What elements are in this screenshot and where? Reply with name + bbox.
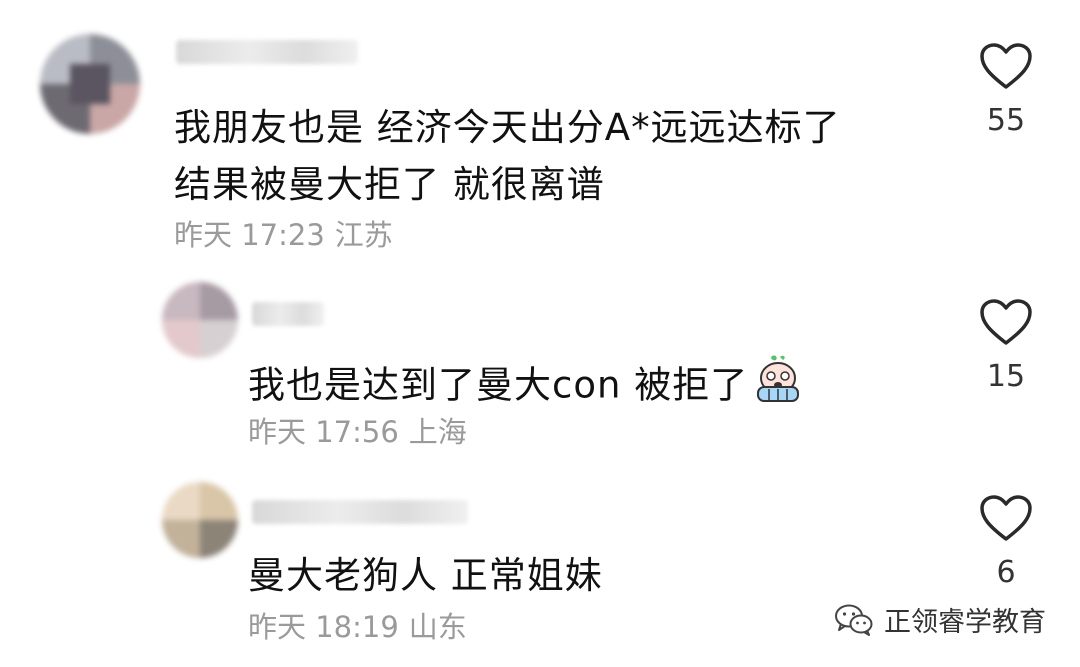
username-blurred[interactable] — [252, 500, 468, 524]
avatar[interactable] — [162, 482, 238, 558]
like-button[interactable]: 6 — [973, 494, 1039, 590]
comment-time: 昨天 18:19 — [248, 610, 399, 644]
watermark-text: 正领睿学教育 — [884, 607, 1046, 638]
comment-text-line: 曼大老狗人 正常姐妹 — [248, 554, 603, 597]
like-count: 6 — [996, 555, 1016, 590]
comment-meta: 昨天 18:19 山东 — [248, 610, 477, 644]
comment-item: 曼大老狗人 正常姐妹 昨天 18:19 山东 6 — [0, 0, 1080, 667]
comment-location: 山东 — [408, 610, 467, 644]
watermark: 正领睿学教育 — [834, 600, 1046, 639]
wechat-icon — [835, 604, 873, 636]
heart-icon — [980, 495, 1032, 541]
